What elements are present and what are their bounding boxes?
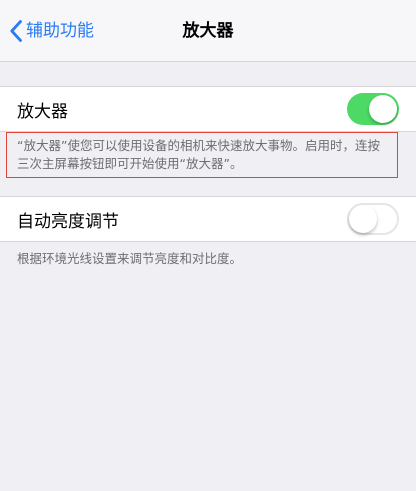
magnifier-toggle[interactable] — [347, 93, 399, 125]
toggle-knob — [369, 95, 397, 123]
page-title: 放大器 — [182, 21, 234, 41]
auto-brightness-description: 根据环境光线设置来调节亮度和对比度。 — [17, 251, 243, 266]
toggle-knob — [349, 205, 377, 233]
magnifier-row: 放大器 — [0, 86, 416, 132]
magnifier-label: 放大器 — [17, 101, 68, 122]
navigation-bar: 辅助功能 放大器 — [0, 0, 416, 62]
auto-brightness-toggle[interactable] — [347, 203, 399, 235]
auto-brightness-row: 自动亮度调节 — [0, 196, 416, 242]
auto-brightness-label: 自动亮度调节 — [17, 211, 119, 232]
magnifier-description: “放大器”使您可以使用设备的相机来快速放大事物。启用时，连按三次主屏幕按钮即可开… — [6, 132, 398, 178]
